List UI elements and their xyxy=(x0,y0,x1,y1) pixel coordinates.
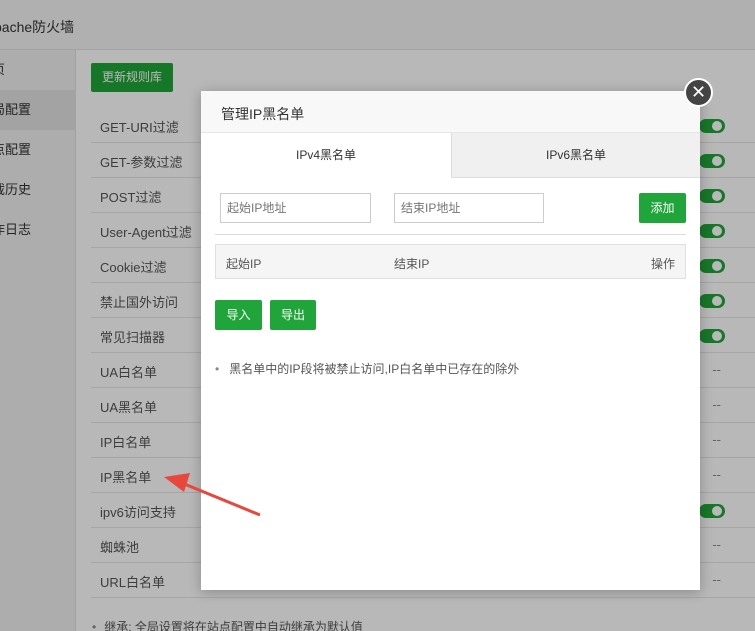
arrow-head xyxy=(164,473,190,492)
arrow-shaft xyxy=(181,481,261,517)
annotation-arrow xyxy=(164,473,261,517)
